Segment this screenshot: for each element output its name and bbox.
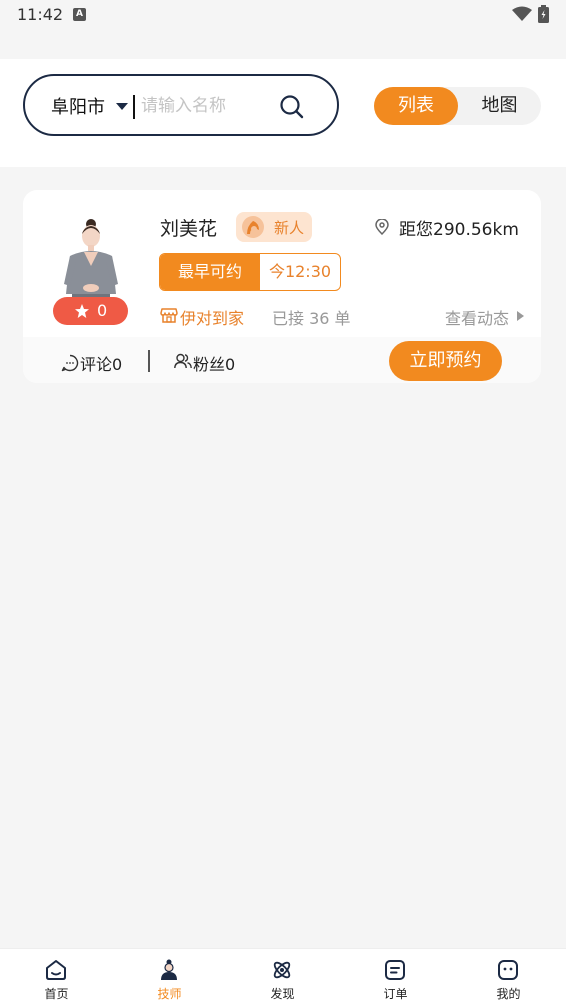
therapist-card[interactable]: 0 刘美花 新人 距您290.56km 最早可约 今12:30 伊对到家 已接 …: [23, 190, 541, 383]
arrow-right-icon[interactable]: [517, 311, 524, 321]
rating-badge: 0: [53, 297, 128, 325]
location-icon: [375, 219, 389, 235]
view-dynamic-link[interactable]: 查看动态: [445, 305, 509, 329]
therapist-name[interactable]: 刘美花: [160, 214, 217, 241]
shop-name[interactable]: 伊对到家: [180, 305, 244, 329]
tab-label: 订单: [383, 987, 408, 1001]
profile-icon: [498, 960, 518, 980]
comments-count[interactable]: 评论0: [80, 351, 122, 375]
therapist-icon: [161, 959, 177, 980]
status-time: 11:42: [17, 5, 64, 24]
comment-icon: [61, 354, 79, 372]
availability-time: 今12:30: [268, 262, 332, 281]
bottom-tab-bar: 首页 技师 发现 订单 我的: [0, 948, 566, 1008]
wifi-icon: [512, 6, 532, 21]
battery-icon: [538, 5, 549, 23]
fans-icon: [174, 353, 192, 369]
text-cursor: [133, 95, 135, 119]
tab-map-view[interactable]: 地图: [458, 87, 541, 125]
tab-label: 首页: [44, 987, 69, 1001]
tab-label: 我的: [496, 987, 521, 1001]
tab-orders[interactable]: 订单: [339, 949, 452, 1008]
caret-down-icon[interactable]: [116, 103, 128, 110]
notification-icon: A: [73, 8, 86, 21]
view-toggle: 列表 地图: [374, 87, 541, 125]
orders-icon: [385, 960, 405, 980]
header: 阜阳市 列表 地图: [0, 59, 566, 167]
distance-text: 距您290.56km: [399, 220, 519, 240]
home-icon: [46, 960, 66, 980]
rating-value: 0: [97, 301, 108, 320]
shop-icon: [160, 308, 178, 323]
new-badge: 新人: [236, 212, 312, 242]
divider: [148, 350, 150, 372]
tab-profile[interactable]: 我的: [452, 949, 565, 1008]
search-box[interactable]: 阜阳市: [23, 74, 339, 136]
tab-discover[interactable]: 发现: [226, 949, 339, 1008]
fans-count[interactable]: 粉丝0: [193, 351, 235, 375]
tab-list-view[interactable]: 列表: [374, 87, 458, 125]
availability-label: 最早可约: [160, 254, 260, 290]
availability-tag: 最早可约 今12:30: [159, 253, 341, 291]
tab-therapist[interactable]: 技师: [113, 949, 226, 1008]
orders-count: 已接 36 单: [272, 309, 351, 328]
status-bar: 11:42 A: [0, 0, 566, 30]
new-therapist-icon: [242, 216, 264, 238]
new-badge-label: 新人: [274, 219, 305, 237]
tab-label: 发现: [270, 987, 295, 1001]
tab-home[interactable]: 首页: [0, 949, 113, 1008]
card-footer: 评论0 粉丝0 立即预约: [23, 337, 541, 383]
star-icon: [75, 304, 89, 318]
search-icon[interactable]: [279, 94, 305, 120]
search-input[interactable]: [141, 91, 271, 121]
tab-label: 技师: [157, 987, 182, 1001]
city-selector[interactable]: 阜阳市: [51, 93, 105, 119]
discover-icon: [273, 961, 291, 979]
therapist-avatar[interactable]: [56, 216, 126, 306]
book-now-button[interactable]: 立即预约: [389, 341, 502, 381]
